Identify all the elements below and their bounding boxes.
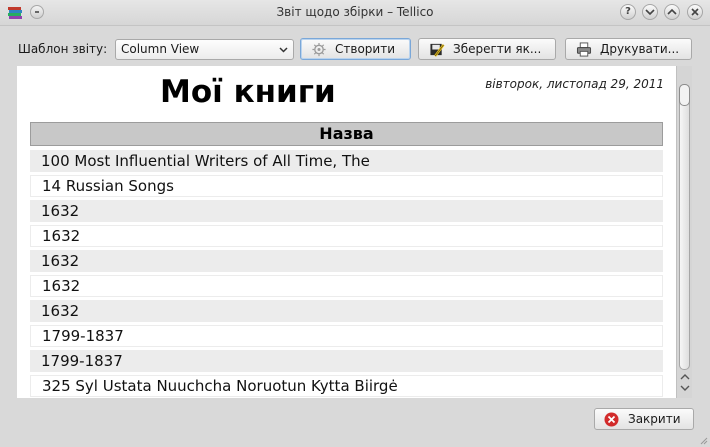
table-row: 1632 bbox=[30, 275, 663, 297]
table-row: 1799-1837 bbox=[30, 350, 663, 372]
help-icon[interactable]: ? bbox=[620, 4, 636, 20]
gear-icon bbox=[312, 42, 326, 57]
generate-button-label: Створити bbox=[335, 42, 395, 56]
table-row: 1632 bbox=[30, 250, 663, 272]
save-as-icon bbox=[430, 43, 445, 57]
window-title: Звіт щодо збірки – Tellico bbox=[276, 5, 434, 19]
table-row: 1632 bbox=[30, 200, 663, 222]
scroll-up-icon[interactable] bbox=[680, 373, 690, 381]
report-toolbar: Шаблон звіту: Column View Створити Збере… bbox=[0, 37, 710, 61]
resize-grip-icon[interactable] bbox=[698, 435, 708, 445]
scroll-down-icon[interactable] bbox=[680, 384, 690, 392]
minimize-icon[interactable] bbox=[642, 4, 658, 20]
printer-icon bbox=[576, 42, 592, 57]
scrollbar-thumb[interactable] bbox=[679, 84, 690, 106]
table-row: 14 Russian Songs bbox=[30, 175, 663, 197]
table-row: 325 Syl Ustata Nuuchcha Noruotun Kytta B… bbox=[30, 375, 663, 397]
table-row: 1799-1837 bbox=[30, 325, 663, 347]
close-button-label: Закрити bbox=[628, 412, 681, 426]
column-header-title: Назва bbox=[30, 122, 663, 146]
title-bar: Звіт щодо збірки – Tellico ? bbox=[0, 0, 710, 26]
report-view[interactable]: вівторок, листопад 29, 2011 Мої книги На… bbox=[17, 66, 676, 398]
close-circle-icon bbox=[604, 412, 619, 427]
save-as-button-label: Зберегти як... bbox=[453, 42, 542, 56]
template-select[interactable]: Column View bbox=[115, 39, 294, 60]
report-title: Мої книги bbox=[160, 74, 336, 110]
print-button[interactable]: Друкувати... bbox=[565, 38, 692, 60]
maximize-icon[interactable] bbox=[664, 4, 680, 20]
save-as-button[interactable]: Зберегти як... bbox=[418, 38, 556, 60]
template-label: Шаблон звіту: bbox=[18, 42, 108, 56]
generate-button[interactable]: Створити bbox=[300, 38, 411, 60]
print-button-label: Друкувати... bbox=[600, 42, 680, 56]
template-select-value: Column View bbox=[121, 42, 200, 56]
scrollbar-track[interactable] bbox=[679, 84, 690, 370]
report-rows: 100 Most Influential Writers of All Time… bbox=[30, 150, 663, 398]
report-date: вівторок, листопад 29, 2011 bbox=[485, 77, 664, 91]
table-row: 1632 bbox=[30, 225, 663, 247]
close-button[interactable]: Закрити bbox=[594, 408, 694, 430]
close-icon[interactable] bbox=[687, 4, 703, 20]
vertical-scrollbar[interactable] bbox=[676, 66, 692, 398]
table-row: 1632 bbox=[30, 300, 663, 322]
chevron-down-icon bbox=[279, 47, 288, 53]
table-row: 100 Most Influential Writers of All Time… bbox=[30, 150, 663, 172]
